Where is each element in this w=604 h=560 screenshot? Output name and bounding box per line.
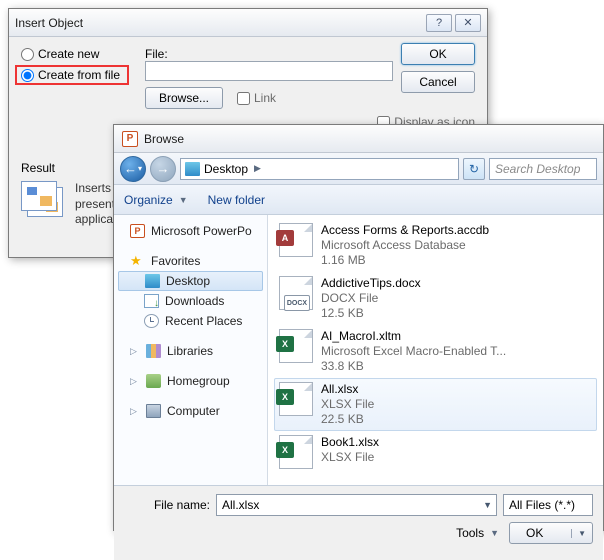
bottom-bar: File name: All.xlsx ▼ All Files (*.*) To… — [114, 485, 603, 560]
expand-icon[interactable]: ▷ — [130, 346, 140, 357]
insert-object-title: Insert Object — [15, 16, 423, 30]
result-icon-front — [21, 181, 57, 211]
create-new-label: Create new — [38, 47, 99, 61]
create-new-radio-input[interactable] — [21, 48, 34, 61]
chevron-down-icon: ▼ — [488, 528, 501, 538]
recent-icon — [144, 314, 159, 328]
nav-homegroup[interactable]: ▷ Homegroup — [114, 371, 267, 391]
chevron-down-icon: ▼ — [571, 529, 586, 538]
expand-icon[interactable]: ▷ — [130, 406, 140, 417]
nav-recent-places[interactable]: Recent Places — [114, 311, 267, 331]
docx-icon: DOCX — [279, 276, 313, 310]
help-button[interactable]: ? — [426, 14, 452, 32]
file-row[interactable]: X AI_MacroI.xltm Microsoft Excel Macro-E… — [274, 325, 597, 378]
nav-pane: P Microsoft PowerPo ★ Favorites Desktop … — [114, 215, 268, 485]
file-path-input[interactable] — [145, 61, 393, 81]
powerpoint-small-icon: P — [130, 224, 145, 238]
insert-object-titlebar: Insert Object ? ✕ — [9, 9, 487, 37]
browse-title: Browse — [144, 132, 597, 146]
create-new-radio[interactable]: Create new — [21, 47, 131, 61]
downloads-icon — [144, 294, 159, 308]
organize-button[interactable]: Organize ▼ — [124, 193, 190, 207]
computer-icon — [146, 404, 161, 418]
filename-label: File name: — [124, 498, 210, 512]
powerpoint-icon: P — [122, 131, 138, 147]
nav-powerpoint[interactable]: P Microsoft PowerPo — [114, 221, 267, 241]
create-from-file-radio-input[interactable] — [21, 69, 34, 82]
xlsx-icon: X — [279, 382, 313, 416]
xlsx-icon: X — [279, 435, 313, 469]
access-icon: A — [279, 223, 313, 257]
nav-downloads[interactable]: Downloads — [114, 291, 267, 311]
create-from-file-label: Create from file — [38, 68, 120, 82]
search-input[interactable]: Search Desktop — [489, 158, 597, 180]
panes: P Microsoft PowerPo ★ Favorites Desktop … — [114, 215, 603, 485]
open-ok-button[interactable]: OK ▼ — [509, 522, 593, 544]
browse-titlebar: P Browse — [114, 125, 603, 153]
file-list: A Access Forms & Reports.accdb Microsoft… — [268, 215, 603, 485]
cancel-button[interactable]: Cancel — [401, 71, 475, 93]
link-label: Link — [254, 91, 276, 105]
file-row[interactable]: X Book1.xlsx XLSX File — [274, 431, 597, 473]
new-folder-button[interactable]: New folder — [208, 193, 265, 207]
chevron-right-icon[interactable]: ▶ — [252, 163, 263, 174]
expand-icon[interactable]: ▷ — [130, 376, 140, 387]
chevron-down-icon: ▼ — [483, 500, 492, 510]
nav-libraries[interactable]: ▷ Libraries — [114, 341, 267, 361]
file-row[interactable]: DOCX AddictiveTips.docx DOCX File 12.5 K… — [274, 272, 597, 325]
tools-button[interactable]: Tools ▼ — [456, 526, 501, 540]
nav-computer[interactable]: ▷ Computer — [114, 401, 267, 421]
libraries-icon — [146, 344, 161, 358]
file-label: File: — [145, 47, 393, 61]
star-icon: ★ — [130, 254, 145, 268]
toolbar: Organize ▼ New folder — [114, 185, 603, 215]
link-checkbox[interactable]: Link — [237, 91, 276, 105]
chevron-down-icon: ▼ — [177, 195, 190, 205]
breadcrumb-desktop[interactable]: Desktop — [204, 162, 248, 176]
close-button[interactable]: ✕ — [455, 14, 481, 32]
forward-button[interactable]: → — [150, 156, 176, 182]
file-row[interactable]: A Access Forms & Reports.accdb Microsoft… — [274, 219, 597, 272]
desktop-icon — [145, 274, 160, 288]
link-checkbox-input[interactable] — [237, 92, 250, 105]
browse-button[interactable]: Browse... — [145, 87, 223, 109]
xltm-icon: X — [279, 329, 313, 363]
homegroup-icon — [146, 374, 161, 388]
desktop-icon — [185, 162, 200, 176]
ok-button[interactable]: OK — [401, 43, 475, 65]
file-filter-combo[interactable]: All Files (*.*) — [503, 494, 593, 516]
filename-combo[interactable]: All.xlsx ▼ — [216, 494, 497, 516]
browse-dialog: P Browse ←▾ → Desktop ▶ ↻ Search Desktop… — [113, 124, 604, 531]
refresh-button[interactable]: ↻ — [463, 158, 485, 180]
breadcrumb[interactable]: Desktop ▶ — [180, 158, 459, 180]
nav-desktop[interactable]: Desktop — [118, 271, 263, 291]
create-from-file-radio[interactable]: Create from file — [15, 65, 129, 85]
file-row-selected[interactable]: X All.xlsx XLSX File 22.5 KB — [274, 378, 597, 431]
nav-favorites[interactable]: ★ Favorites — [114, 251, 267, 271]
address-bar: ←▾ → Desktop ▶ ↻ Search Desktop — [114, 153, 603, 185]
back-button[interactable]: ←▾ — [120, 156, 146, 182]
